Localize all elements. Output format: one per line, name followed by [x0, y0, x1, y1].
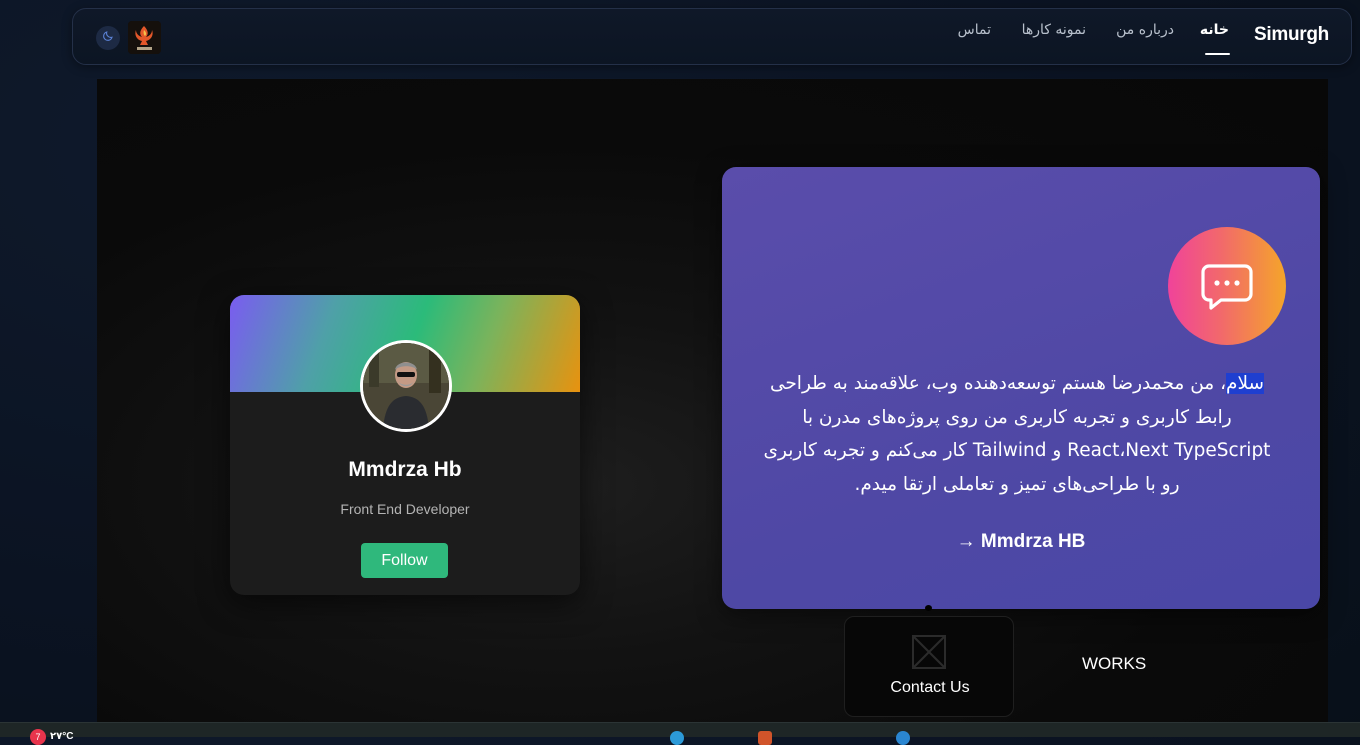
works-link[interactable]: WORKS: [1082, 654, 1146, 674]
moon-icon: [102, 29, 114, 47]
nav-link-about[interactable]: درباره من: [1116, 22, 1174, 38]
profile-card: Mmdrza Hb Front End Developer Follow: [230, 295, 580, 595]
author-link[interactable]: → Mmdrza HB: [722, 531, 1320, 553]
app-icon[interactable]: [758, 731, 772, 745]
intro-text: سلام، من محمدرضا هستم توسعه‌دهنده وب، عل…: [752, 367, 1282, 501]
highlighted-greeting: سلام: [1226, 373, 1265, 394]
phoenix-logo-icon: [128, 21, 161, 54]
nav-link-home[interactable]: خانه: [1200, 22, 1229, 38]
notification-badge[interactable]: 7: [30, 729, 46, 745]
intro-paragraph: ، من محمدرضا هستم توسعه‌دهنده وب، علاقه‌…: [763, 373, 1271, 495]
broken-image-icon: [912, 635, 946, 669]
site-logo[interactable]: [128, 21, 161, 54]
profile-role: Front End Developer: [340, 501, 470, 517]
nav-link-contact[interactable]: تماس: [958, 22, 991, 38]
brand-title[interactable]: Simurgh: [1254, 24, 1329, 46]
nav-link-portfolio[interactable]: نمونه کارها: [1022, 22, 1086, 38]
chat-bubble-icon: [1168, 227, 1286, 345]
avatar-photo-icon: [363, 343, 449, 429]
os-taskbar: 7 ۲۷°C: [0, 722, 1360, 745]
avatar: [360, 340, 452, 432]
vscode-icon[interactable]: [896, 731, 910, 745]
theme-toggle-button[interactable]: [96, 26, 120, 50]
contact-us-label: Contact Us: [890, 679, 970, 696]
follow-button[interactable]: Follow: [361, 543, 448, 578]
profile-name: Mmdrza Hb: [348, 458, 462, 481]
weather-text[interactable]: ۲۷°C: [50, 731, 73, 742]
contact-us-card[interactable]: Contact Us: [844, 616, 1014, 717]
decorative-dot: [925, 605, 932, 611]
edge-browser-icon[interactable]: [670, 731, 684, 745]
nav-active-underline: [1205, 53, 1230, 55]
intro-card: سلام، من محمدرضا هستم توسعه‌دهنده وب، عل…: [722, 167, 1320, 609]
top-navbar: خانه درباره من نمونه کارها تماس Simurgh: [72, 8, 1352, 65]
